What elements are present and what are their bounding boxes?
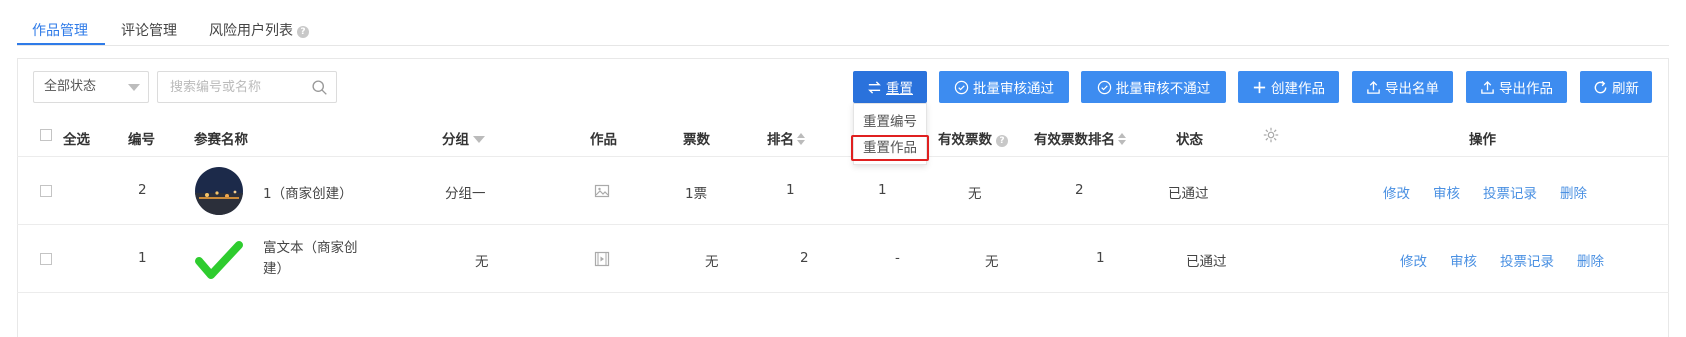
reset-button-label: 重置 xyxy=(886,81,913,97)
help-icon[interactable]: ? xyxy=(297,26,309,38)
cell-id: 2 xyxy=(138,182,147,198)
refresh-button[interactable]: 刷新 xyxy=(1580,71,1652,103)
check-circle-icon xyxy=(1097,80,1111,94)
th-rank[interactable]: 排名 xyxy=(767,128,805,148)
tab-works[interactable]: 作品管理 xyxy=(32,20,88,40)
cell-valid-rank: 2 xyxy=(1075,182,1084,198)
reset-works-menu-item[interactable]: 重置作品 xyxy=(851,135,929,161)
cell-group: 无 xyxy=(475,254,489,270)
cell-valid-votes: 无 xyxy=(985,254,999,270)
cell-rank: 1 xyxy=(786,182,795,198)
reset-button[interactable]: 重置 xyxy=(853,71,927,103)
vote-record-link[interactable]: 投票记录 xyxy=(1500,250,1554,270)
cell-votes: 1票 xyxy=(685,186,708,202)
reset-dropdown-menu: 重置编号 重置作品 xyxy=(851,103,929,165)
batch-reject-button[interactable]: 批量审核不通过 xyxy=(1081,71,1226,103)
cell-votes: 无 xyxy=(705,254,719,270)
chevron-down-icon xyxy=(128,84,140,91)
cell-status: 已通过 xyxy=(1168,186,1209,202)
edit-link[interactable]: 修改 xyxy=(1383,182,1410,202)
tab-bar: 作品管理 评论管理 风险用户列表? xyxy=(17,0,1669,46)
th-select-all: 全选 xyxy=(63,132,90,148)
gear-icon[interactable] xyxy=(1262,126,1280,144)
th-status: 状态 xyxy=(1176,132,1203,148)
batch-approve-button[interactable]: 批量审核通过 xyxy=(939,71,1069,103)
create-work-label: 创建作品 xyxy=(1271,81,1325,97)
th-valid-votes: 有效票数? xyxy=(938,128,1008,148)
reset-id-menu-item[interactable]: 重置编号 xyxy=(854,109,926,135)
review-link[interactable]: 审核 xyxy=(1450,250,1477,270)
export-works-button[interactable]: 导出作品 xyxy=(1466,71,1567,103)
avatar xyxy=(195,167,243,215)
status-select[interactable]: 全部状态 xyxy=(33,71,149,103)
vote-record-link[interactable]: 投票记录 xyxy=(1483,182,1537,202)
table-header: 全选 编号 参赛名称 分组 作品 票数 排名 有效票数? 有效票数排名 状态 操… xyxy=(17,115,1669,157)
cell-group: 分组一 xyxy=(445,186,486,202)
th-valid-votes-label: 有效票数 xyxy=(938,132,992,148)
th-group[interactable]: 分组 xyxy=(442,128,485,148)
cell-rank-2: 1 xyxy=(878,182,887,198)
video-icon[interactable] xyxy=(594,251,610,267)
check-circle-icon xyxy=(954,80,969,94)
search-icon[interactable] xyxy=(311,79,328,96)
export-list-label: 导出名单 xyxy=(1385,81,1439,97)
th-valid-rank[interactable]: 有效票数排名 xyxy=(1034,128,1126,148)
delete-link[interactable]: 删除 xyxy=(1560,182,1587,202)
search-box xyxy=(157,71,337,103)
cell-rank-2: - xyxy=(895,250,900,266)
cell-name: 富文本（商家创建） xyxy=(263,240,358,277)
export-works-label: 导出作品 xyxy=(1499,81,1553,97)
help-icon[interactable]: ? xyxy=(996,135,1008,147)
edit-link[interactable]: 修改 xyxy=(1400,250,1427,270)
th-rank-label: 排名 xyxy=(767,132,794,148)
cell-valid-rank: 1 xyxy=(1096,250,1105,266)
cell-valid-votes: 无 xyxy=(968,186,982,202)
swap-icon xyxy=(868,80,881,94)
row-checkbox[interactable] xyxy=(40,185,52,197)
batch-reject-label: 批量审核不通过 xyxy=(1115,81,1211,97)
sort-icon[interactable] xyxy=(797,133,805,145)
create-work-button[interactable]: 创建作品 xyxy=(1238,71,1339,103)
image-icon[interactable] xyxy=(594,183,610,199)
cell-id: 1 xyxy=(138,250,147,266)
th-valid-rank-label: 有效票数排名 xyxy=(1034,132,1115,148)
th-votes: 票数 xyxy=(683,132,710,148)
th-id: 编号 xyxy=(128,132,155,148)
cell-rank: 2 xyxy=(800,250,809,266)
tab-comments[interactable]: 评论管理 xyxy=(121,20,177,40)
row-checkbox[interactable] xyxy=(40,253,52,265)
table-row: 2 1（商家创建） 分组一 1票 1 1 无 2 已通过 修改 审核 投票记录 … xyxy=(17,157,1669,225)
refresh-label: 刷新 xyxy=(1612,81,1639,97)
tab-risk-users[interactable]: 风险用户列表? xyxy=(209,20,309,40)
plus-icon xyxy=(1253,81,1266,93)
search-input[interactable] xyxy=(158,72,308,102)
green-check-icon xyxy=(195,241,243,279)
th-actions: 操作 xyxy=(1469,132,1496,148)
review-link[interactable]: 审核 xyxy=(1433,182,1460,202)
th-name: 参赛名称 xyxy=(194,132,248,148)
sort-icon[interactable] xyxy=(1118,133,1126,145)
batch-approve-label: 批量审核通过 xyxy=(973,81,1054,97)
upload-icon xyxy=(1367,80,1380,94)
table-row: 1 富文本（商家创建） 无 无 2 - 无 1 已通过 修改 审核 投票记录 删… xyxy=(17,225,1669,293)
upload-icon xyxy=(1481,80,1494,94)
th-group-label: 分组 xyxy=(442,132,469,148)
th-work: 作品 xyxy=(590,132,617,148)
delete-link[interactable]: 删除 xyxy=(1577,250,1604,270)
status-select-value: 全部状态 xyxy=(44,79,97,94)
export-list-button[interactable]: 导出名单 xyxy=(1352,71,1453,103)
refresh-icon xyxy=(1594,80,1607,93)
select-all-checkbox[interactable] xyxy=(40,129,52,141)
cell-name: 1（商家创建） xyxy=(263,186,353,202)
filter-caret-icon[interactable] xyxy=(473,136,485,143)
tab-risk-users-label: 风险用户列表 xyxy=(209,23,293,39)
cell-status: 已通过 xyxy=(1186,254,1227,270)
active-tab-indicator xyxy=(17,43,105,45)
